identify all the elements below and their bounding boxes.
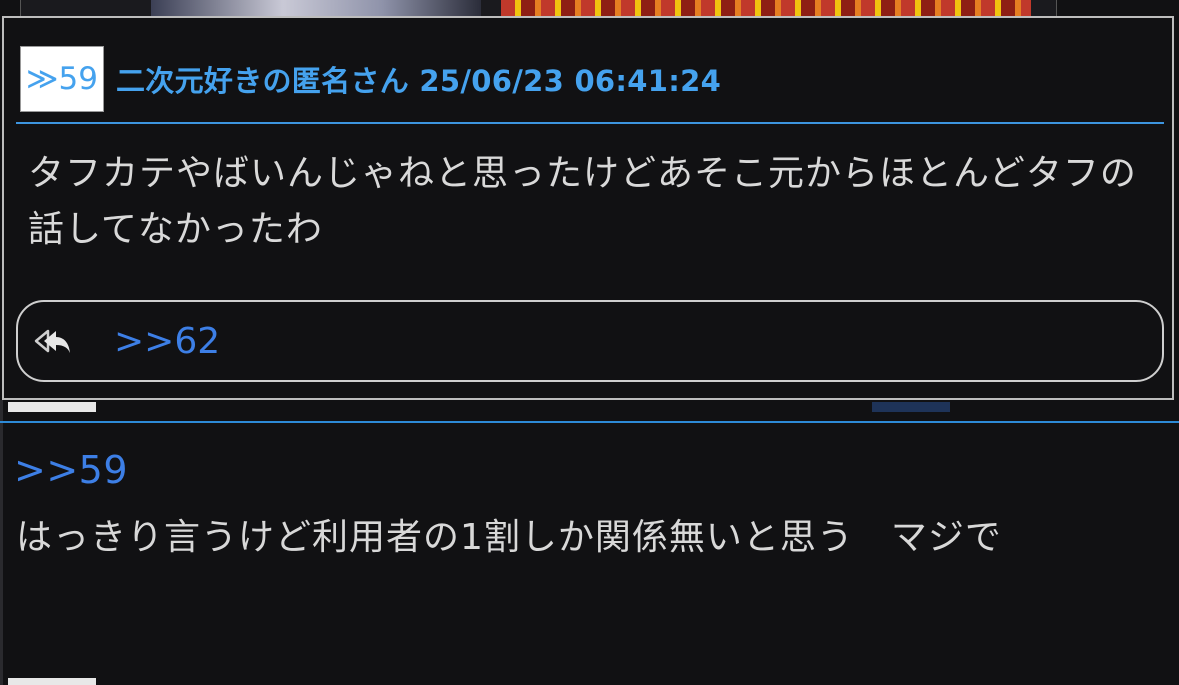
post-body: タフカテやばいんじゃねと思ったけどあそこ元からほとんどタフの話してなかったわ: [28, 153, 1137, 250]
post-body: はっきり言うけど利用者の1割しか関係無いと思う マジで: [16, 517, 1002, 558]
post-action-chip[interactable]: [8, 402, 96, 412]
reply-anchor-link[interactable]: >>59: [14, 448, 128, 492]
post-header: ≫59 二次元好きの匿名さん 25/06/23 06:41:24: [20, 44, 721, 114]
reply-all-icon: [34, 326, 72, 356]
thread-image-thumbnail[interactable]: [501, 0, 1031, 16]
post-action-chip[interactable]: [8, 678, 96, 685]
reply-link[interactable]: >>62: [114, 321, 220, 362]
post-header-divider: [16, 122, 1164, 124]
post-left-border: [0, 400, 3, 685]
replies-bar: >>62: [16, 300, 1164, 382]
thread-image-thumbnail[interactable]: [151, 0, 481, 16]
thread-page: >>59 はっきり言うけど利用者の1割しか関係無いと思う マジで ≫59 二次元…: [0, 0, 1179, 685]
reply-preview-popup: ≫59 二次元好きの匿名さん 25/06/23 06:41:24 タフカテやばい…: [2, 16, 1174, 400]
poster-meta: 二次元好きの匿名さん 25/06/23 06:41:24: [116, 64, 722, 98]
res-number-badge[interactable]: ≫59: [20, 46, 104, 112]
post-action-chip[interactable]: [872, 402, 950, 412]
post-divider: [0, 421, 1179, 423]
